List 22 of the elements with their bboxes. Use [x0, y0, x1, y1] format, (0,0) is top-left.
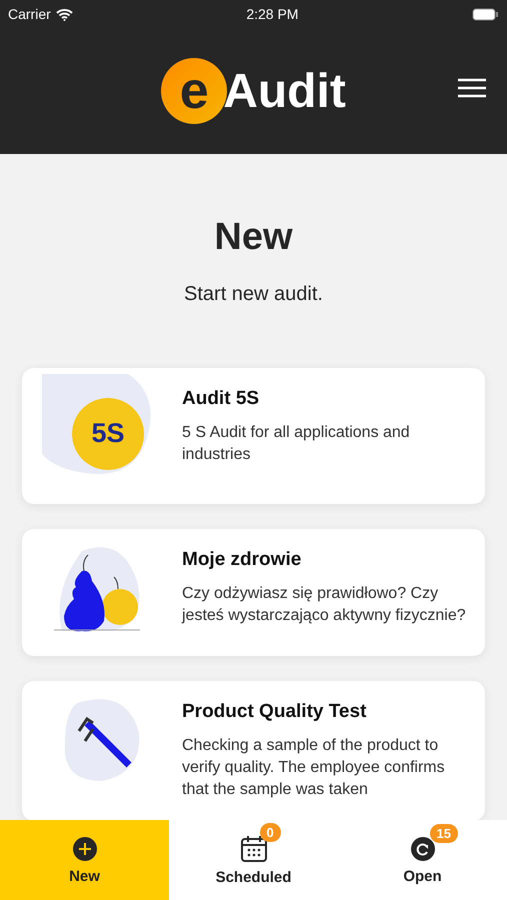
wifi-icon — [56, 8, 73, 20]
card-description: 5 S Audit for all applications and industries — [182, 423, 411, 465]
plus-icon — [72, 836, 98, 862]
audit-card[interactable]: 5S Audit 5S 5 S Audit for all applications and industries — [22, 368, 485, 504]
refresh-icon — [410, 836, 436, 862]
audit-card[interactable]: Product Quality Test Checking a sample of the product to verify quality. The employee confirms that the sample was taken — [22, 681, 485, 820]
page-subtitle: Start new audit. — [184, 283, 323, 306]
count-badge: 0 — [260, 822, 281, 842]
card-description: Checking a sample of the product to verify quality. The employee confirms that the sample was taken — [182, 736, 446, 800]
battery-icon — [472, 8, 499, 20]
card-title: Audit 5S — [182, 388, 260, 410]
count-badge: 15 — [430, 824, 458, 842]
card-title: Moje zdrowie — [182, 549, 302, 571]
card-description: Czy odżywiasz się prawidłowo? Czy jesteś wystarczająco aktywny fizycznie? — [182, 584, 467, 626]
menu-button[interactable] — [457, 78, 487, 98]
clock-time: 2:28 PM — [246, 6, 298, 22]
page-title: New — [214, 216, 293, 259]
card-title: Product Quality Test — [182, 701, 368, 723]
carrier-label: Carrier — [8, 6, 51, 22]
audit-card[interactable]: Moje zdrowie Czy odżywiasz się prawidłowo? Czy jesteś wystarczająco aktywny fizycznie? — [22, 529, 485, 656]
calendar-icon — [240, 834, 268, 862]
tab-item[interactable]: New — [0, 820, 169, 900]
